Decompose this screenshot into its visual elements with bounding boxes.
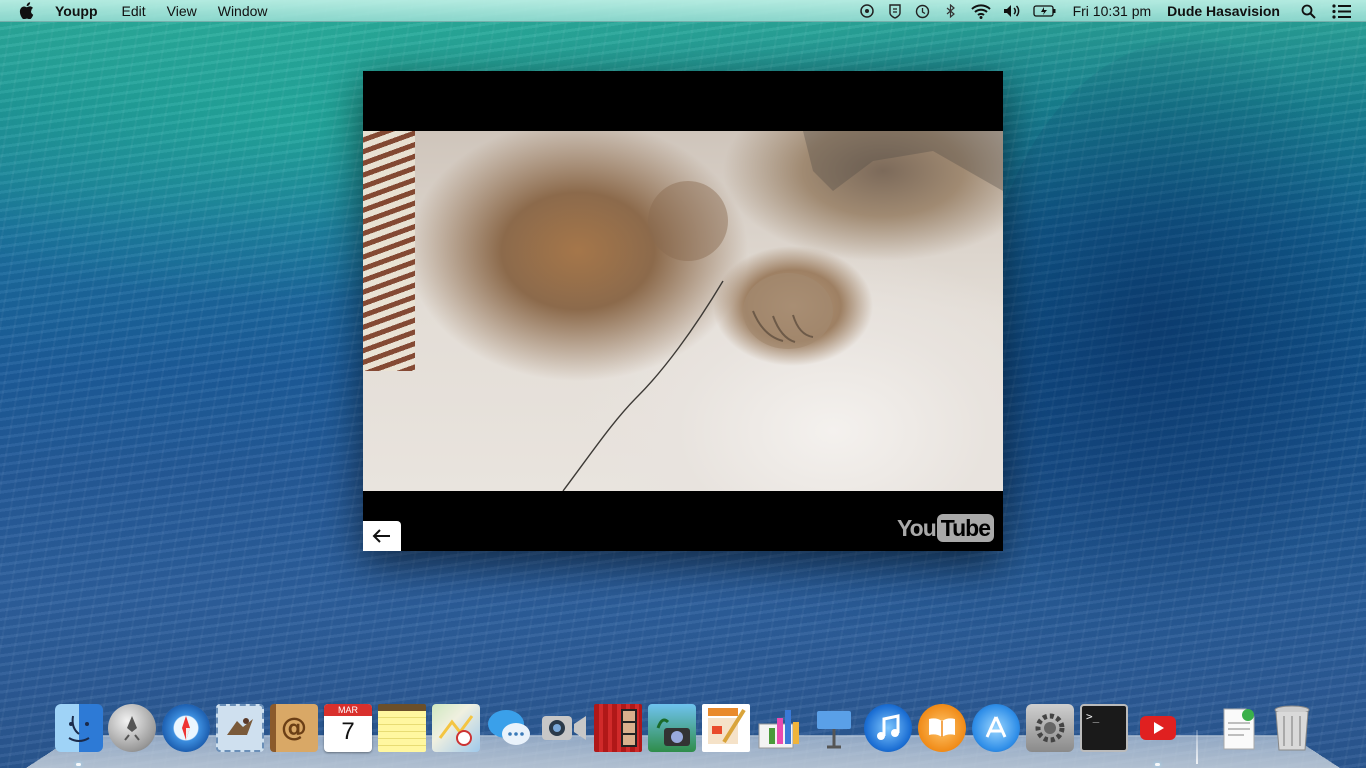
youtube-icon[interactable] [1134,704,1182,752]
contacts-icon[interactable]: @ [270,704,318,752]
trash-icon[interactable] [1268,704,1316,752]
notes-icon[interactable] [378,704,426,752]
launchpad-icon[interactable] [108,704,156,752]
safari-icon[interactable] [162,704,210,752]
document-stack-icon[interactable] [1214,704,1262,752]
status-area: Fri 10:31 pm Dude Hasavision [859,0,1366,22]
video-scene [562,131,1003,491]
numbers-icon[interactable] [756,704,804,752]
battery-icon[interactable] [1032,3,1057,19]
facetime-icon[interactable] [540,704,588,752]
keynote-icon[interactable] [810,704,858,752]
notification-center-icon[interactable] [1332,3,1352,19]
bluetooth-icon[interactable] [943,3,959,19]
time-machine-icon[interactable] [915,3,931,19]
pages-icon[interactable] [702,704,750,752]
photo-booth-icon[interactable] [594,704,642,752]
volume-icon[interactable] [1003,3,1021,19]
iphoto-icon[interactable] [648,704,696,752]
system-preferences-icon[interactable] [1026,704,1074,752]
window-menu[interactable]: Window [218,3,268,19]
app-menu[interactable]: Youpp [55,3,98,19]
messages-icon[interactable] [486,704,534,752]
calendar-day: 7 [341,718,355,745]
menubar-clock[interactable]: Fri 10:31 pm [1073,3,1152,19]
finder-running-indicator [76,763,81,766]
video-frame[interactable] [363,131,1003,491]
apple-menu-icon[interactable] [19,2,37,19]
video-player-window: You Tube [363,71,1003,551]
itunes-icon[interactable] [864,704,912,752]
back-button[interactable] [363,521,401,551]
terminal-icon[interactable]: >_ [1080,704,1128,752]
arrow-left-icon [372,529,390,543]
terminal-prompt: >_ [1086,710,1100,723]
dock: @ MAR 7 >_ [0,702,1366,768]
youtube-logo-tube: Tube [936,514,994,542]
menu-bar: Youpp Edit View Window Fri 10:31 pm Dude… [0,0,1366,22]
wifi-icon[interactable] [970,3,991,19]
calendar-icon[interactable]: MAR 7 [324,704,372,752]
youtube-logo: You Tube [897,514,994,542]
view-menu[interactable]: View [167,3,197,19]
mail-icon[interactable] [216,704,264,752]
accessibility-icon[interactable] [859,3,875,19]
shield-icon[interactable] [887,3,903,19]
app-store-icon[interactable] [972,704,1020,752]
fast-user-switch[interactable]: Dude Hasavision [1167,3,1280,19]
wallpaper-wave-curl [980,40,1366,660]
finder-icon[interactable] [55,704,103,752]
calendar-month: MAR [324,704,372,716]
ibooks-icon[interactable] [918,704,966,752]
edit-menu[interactable]: Edit [122,3,146,19]
spotlight-icon[interactable] [1300,3,1316,19]
youtube-logo-you: You [897,514,937,541]
youpp-running-indicator [1155,763,1160,766]
maps-icon[interactable] [432,704,480,752]
